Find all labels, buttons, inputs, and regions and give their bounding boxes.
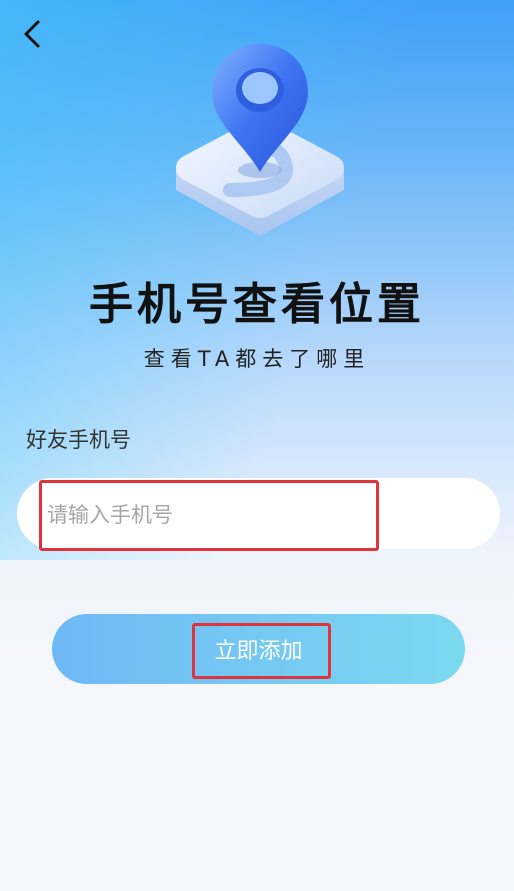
- back-button[interactable]: [14, 16, 50, 52]
- phone-input[interactable]: [45, 478, 479, 551]
- page-subtitle: 查看TA都去了哪里: [143, 347, 371, 371]
- map-location-pin-icon: [176, 44, 344, 236]
- page-title: 手机号查看位置: [89, 279, 425, 330]
- phone-field-label: 好友手机号: [26, 428, 131, 452]
- hero-illustration: [168, 40, 348, 240]
- phone-input-container: [17, 478, 500, 551]
- add-now-button[interactable]: 立即添加: [52, 614, 465, 684]
- chevron-left-icon: [24, 20, 40, 48]
